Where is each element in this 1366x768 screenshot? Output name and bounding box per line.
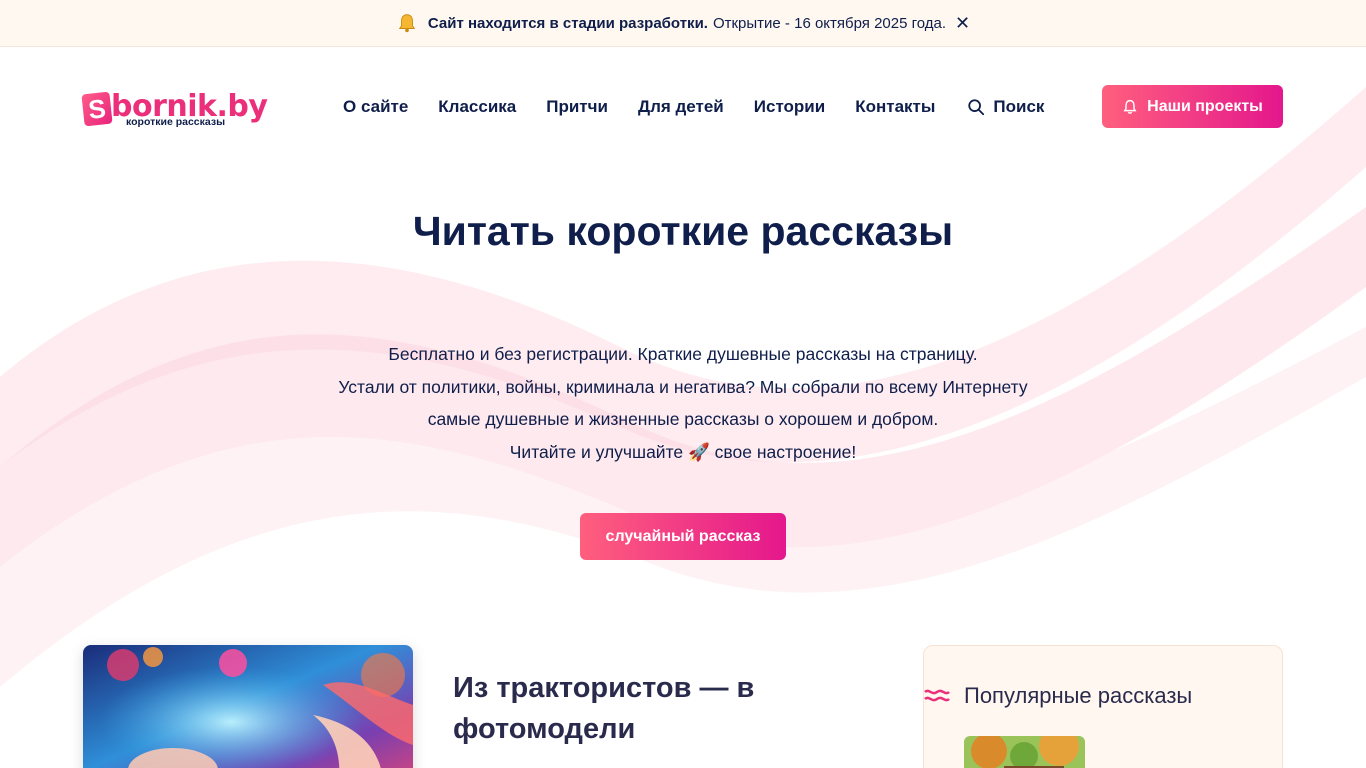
logo-mark: S xyxy=(81,91,113,127)
our-projects-label: Наши проекты xyxy=(1147,97,1263,115)
announcement-strong-text: Сайт находится в стадии разработки. xyxy=(427,14,708,32)
article-image[interactable] xyxy=(83,645,413,768)
page-title: Читать короткие рассказы xyxy=(412,208,954,254)
site-logo[interactable]: S bornik.by короткие рассказы xyxy=(81,89,268,131)
popular-story-thumbnail[interactable] xyxy=(964,736,1085,768)
hero-line-1: Бесплатно и без регистрации. Краткие душ… xyxy=(388,344,978,364)
popular-stories-title: Популярные рассказы xyxy=(964,683,1193,708)
site-header: S bornik.by короткие рассказы О сайте Кл… xyxy=(0,47,1366,167)
nav-item-parables[interactable]: Притчи xyxy=(546,97,608,117)
nav-item-contacts[interactable]: Контакты xyxy=(855,97,935,117)
logo-tagline: короткие рассказы xyxy=(126,116,226,128)
search-label: Поиск xyxy=(993,97,1045,116)
article-title[interactable]: Из трактористов — в фотомодели xyxy=(453,668,783,750)
search-link[interactable]: Поиск xyxy=(967,97,1044,117)
main-nav: О сайте Классика Притчи Для детей Истори… xyxy=(343,97,1044,117)
popular-stories-panel: Популярные рассказы xyxy=(923,645,1283,768)
thumbnail-illustration xyxy=(964,736,1085,768)
hero-description: Бесплатно и без регистрации. Краткие душ… xyxy=(283,338,1083,468)
hero-line-2: Устали от политики, войны, криминала и н… xyxy=(338,376,1028,397)
announcement-text: Открытие - 16 октября 2025 года. xyxy=(712,14,947,32)
close-icon[interactable]: ✕ xyxy=(955,14,970,32)
nav-item-about[interactable]: О сайте xyxy=(343,97,408,117)
hero-line-3: самые душевные и жизненные рассказы о хо… xyxy=(427,409,939,429)
nav-item-stories[interactable]: Истории xyxy=(754,97,825,117)
announcement-bar: Сайт находится в стадии разработки. Откр… xyxy=(0,0,1366,47)
bell-outline-icon xyxy=(1123,99,1137,114)
nav-item-classics[interactable]: Классика xyxy=(438,97,516,117)
waves-icon xyxy=(924,689,950,702)
hero-line-4: Читайте и улучшайте 🚀 свое настроение! xyxy=(509,441,857,462)
article-illustration xyxy=(83,645,413,768)
bell-icon xyxy=(398,14,416,33)
random-story-button[interactable]: случайный рассказ xyxy=(580,513,786,560)
nav-item-kids[interactable]: Для детей xyxy=(638,97,724,117)
search-icon xyxy=(968,99,985,116)
our-projects-button[interactable]: Наши проекты xyxy=(1102,85,1283,128)
